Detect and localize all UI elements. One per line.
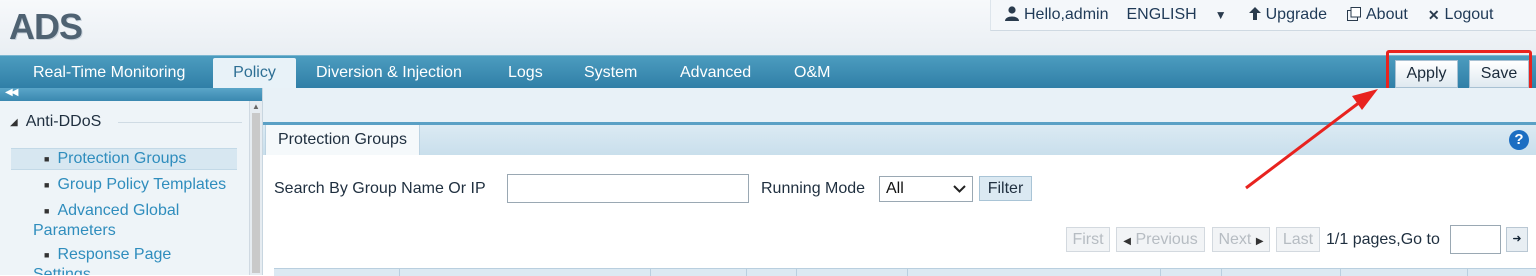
bullet-icon: ■ — [44, 180, 50, 190]
previous-label: Previous — [1135, 231, 1198, 248]
sidebar-group-label: Anti-DDoS — [25, 113, 102, 130]
next-label: Next — [1218, 231, 1252, 248]
top-header: ADS Hello,admin ENGLISH ▼ Upgrade About … — [0, 0, 1536, 55]
user-greeting: Hello,admin — [1024, 6, 1109, 23]
scrollbar-thumb[interactable] — [252, 113, 260, 273]
running-mode-value: All — [886, 180, 904, 197]
annotation-highlight-box — [1386, 50, 1532, 93]
panel-body — [263, 155, 1536, 275]
sidebar-item-advanced-global-parameters[interactable]: ■ Advanced Global Parameters — [33, 201, 233, 241]
user-icon — [1005, 6, 1019, 24]
sidebar-item-label: Response Page — [57, 246, 172, 264]
goto-page-input[interactable] — [1450, 225, 1501, 254]
content-toolbar-area — [263, 88, 1536, 122]
tab-advanced[interactable]: Advanced — [680, 56, 751, 89]
next-page-button[interactable]: Next ▶ — [1212, 227, 1270, 252]
upgrade-icon — [1248, 7, 1261, 23]
user-menu[interactable]: Hello,admin — [1005, 0, 1108, 30]
tab-om[interactable]: O&M — [794, 56, 830, 89]
arrow-right-icon: ▶ — [1255, 236, 1264, 247]
app-logo: ADS — [9, 6, 83, 47]
about-label: About — [1366, 6, 1408, 23]
sidebar-item-label-cont: Settings — [33, 266, 91, 275]
tab-policy[interactable]: Policy — [213, 58, 296, 89]
last-page-button[interactable]: Last — [1276, 227, 1320, 252]
group-divider — [118, 122, 242, 123]
sidebar-item-response-page-settings[interactable]: ■ Response Page Settings — [33, 245, 233, 275]
tab-logs[interactable]: Logs — [508, 56, 543, 89]
first-page-button[interactable]: First — [1066, 227, 1110, 252]
collapse-icon[interactable]: ◀◀ — [5, 88, 18, 98]
arrow-right-icon: ➜ — [1512, 233, 1522, 245]
sidebar-item-protection-groups[interactable]: ■ Protection Groups — [11, 148, 237, 171]
left-sidebar: ◀◀ ◢ Anti-DDoS ■ Protection Groups ■ Group… — [0, 88, 263, 275]
search-label: Search By Group Name Or IP — [274, 180, 486, 197]
sidebar-item-label: Advanced Global — [57, 202, 180, 220]
sidebar-collapse-bar[interactable]: ◀◀ — [0, 88, 262, 101]
logout-label: Logout — [1444, 6, 1494, 23]
goto-page-button[interactable]: ➜ — [1506, 227, 1528, 252]
about-icon — [1347, 6, 1361, 24]
main-nav: Real-Time Monitoring Policy Diversion & … — [0, 55, 1536, 89]
user-bar: Hello,admin ENGLISH ▼ Upgrade About ✕ Lo… — [990, 0, 1536, 31]
about-link[interactable]: About — [1347, 0, 1408, 30]
triangle-down-icon: ◢ — [10, 116, 18, 128]
running-mode-label: Running Mode — [761, 180, 866, 197]
filter-button[interactable]: Filter — [979, 176, 1032, 201]
sidebar-item-label: Group Policy Templates — [57, 176, 227, 194]
bullet-icon: ■ — [44, 154, 50, 164]
sidebar-item-label-cont: Parameters — [33, 222, 116, 240]
tab-protection-groups[interactable]: Protection Groups — [265, 125, 420, 156]
scroll-up-icon[interactable]: ▲ — [252, 102, 260, 111]
language-label: ENGLISH — [1126, 6, 1197, 23]
tab-real-time-monitoring[interactable]: Real-Time Monitoring — [33, 56, 185, 89]
bullet-icon: ■ — [44, 206, 50, 216]
tab-system[interactable]: System — [584, 56, 637, 89]
bullet-icon: ■ — [44, 250, 50, 260]
sidebar-group-anti-ddos[interactable]: ◢ Anti-DDoS — [10, 113, 101, 131]
logout-link[interactable]: ✕ Logout — [1428, 0, 1494, 30]
tab-diversion-injection[interactable]: Diversion & Injection — [316, 56, 462, 89]
upgrade-label: Upgrade — [1265, 6, 1327, 23]
sidebar-item-label: Protection Groups — [57, 150, 187, 168]
running-mode-select[interactable]: All — [879, 176, 973, 202]
language-select[interactable]: ENGLISH ▼ — [1126, 0, 1226, 30]
pagination-info: 1/1 pages,Go to — [1326, 231, 1440, 248]
close-icon: ✕ — [1427, 6, 1440, 23]
panel-header: Protection Groups ? — [263, 122, 1536, 156]
help-icon[interactable]: ? — [1509, 130, 1529, 150]
chevron-down-icon: ▼ — [1214, 8, 1227, 22]
upgrade-link[interactable]: Upgrade — [1248, 0, 1327, 30]
search-input[interactable] — [507, 174, 749, 203]
sidebar-item-group-policy-templates[interactable]: ■ Group Policy Templates — [44, 175, 226, 195]
arrow-left-icon: ◀ — [1123, 236, 1131, 247]
previous-page-button[interactable]: ◀ Previous — [1116, 227, 1205, 252]
chevron-down-icon — [953, 180, 966, 201]
sidebar-scrollbar[interactable]: ▲ — [249, 101, 262, 275]
